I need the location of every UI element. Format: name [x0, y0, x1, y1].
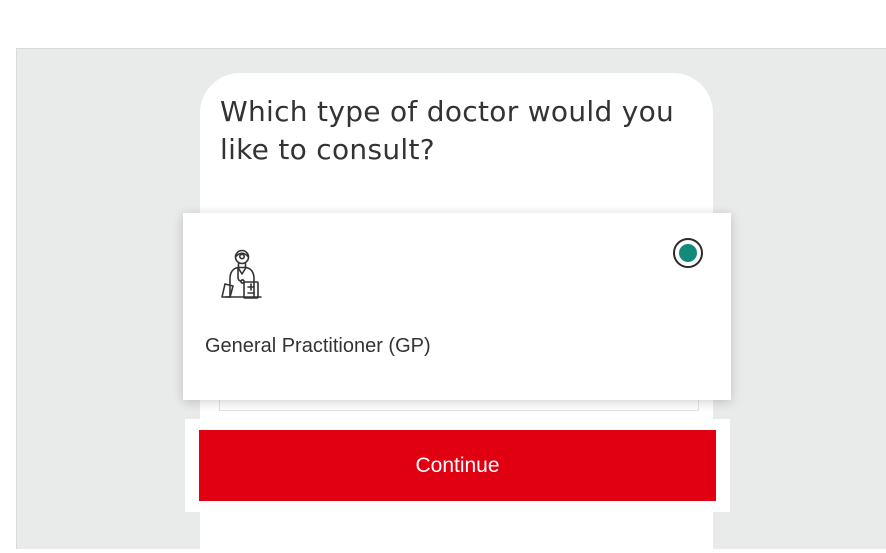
doctor-icon — [217, 244, 267, 304]
option-label: General Practitioner (GP) — [205, 335, 431, 357]
continue-container: Continue — [185, 419, 730, 512]
radio-selected-dot — [679, 244, 697, 262]
option-radio[interactable] — [673, 238, 703, 268]
page-title: Which type of doctor would you like to c… — [220, 95, 675, 166]
continue-button[interactable]: Continue — [199, 430, 716, 501]
option-card-gp[interactable]: General Practitioner (GP) — [183, 213, 731, 400]
